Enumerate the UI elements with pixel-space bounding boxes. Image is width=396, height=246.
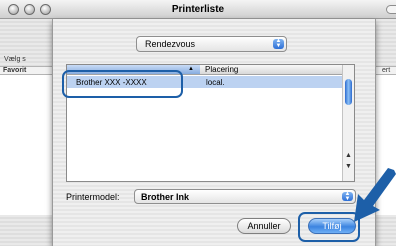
cancel-button[interactable]: Annuller <box>237 218 291 234</box>
column-header-placering[interactable]: Placering <box>200 65 343 75</box>
printer-model-value: Brother Ink <box>141 192 190 202</box>
printer-selection-callout <box>62 70 183 98</box>
column-placering-label: Placering <box>205 65 239 74</box>
add-button-callout <box>298 212 360 242</box>
connection-type-popup[interactable]: Rendezvous ▲ ▼ <box>136 36 287 52</box>
window-title: Printerliste <box>171 4 225 15</box>
up-down-arrows-icon: ▲ ▼ <box>273 38 284 49</box>
printer-location-cell: local. <box>206 78 225 87</box>
scroll-down-arrow-icon[interactable]: ▼ <box>343 163 354 170</box>
pointer-arrow-icon <box>354 168 396 222</box>
up-down-arrows-icon: ▲ ▼ <box>342 191 353 202</box>
title-bar: Printerliste <box>0 0 396 19</box>
printer-model-popup[interactable]: Brother Ink ▲ ▼ <box>134 189 356 204</box>
printer-model-label: Printermodel: <box>66 192 120 202</box>
sort-ascending-icon: ▲ <box>188 66 194 72</box>
background-favorit-column: Favorit <box>3 67 27 74</box>
background-right-column: ert <box>382 67 391 74</box>
vertical-scrollbar[interactable]: ▲ ▼ <box>342 65 354 181</box>
toolbar-toggle-button[interactable] <box>386 5 396 14</box>
scroll-up-arrow-icon[interactable]: ▲ <box>343 152 354 159</box>
printer-list-window: Printerliste Vælg s Favorit ert Rendezvo… <box>0 0 396 246</box>
pointer-arrow-shape <box>354 168 396 222</box>
background-choose-label: Vælg s <box>4 56 26 63</box>
scrollbar-thumb[interactable] <box>345 79 352 105</box>
connection-type-value: Rendezvous <box>145 39 196 49</box>
